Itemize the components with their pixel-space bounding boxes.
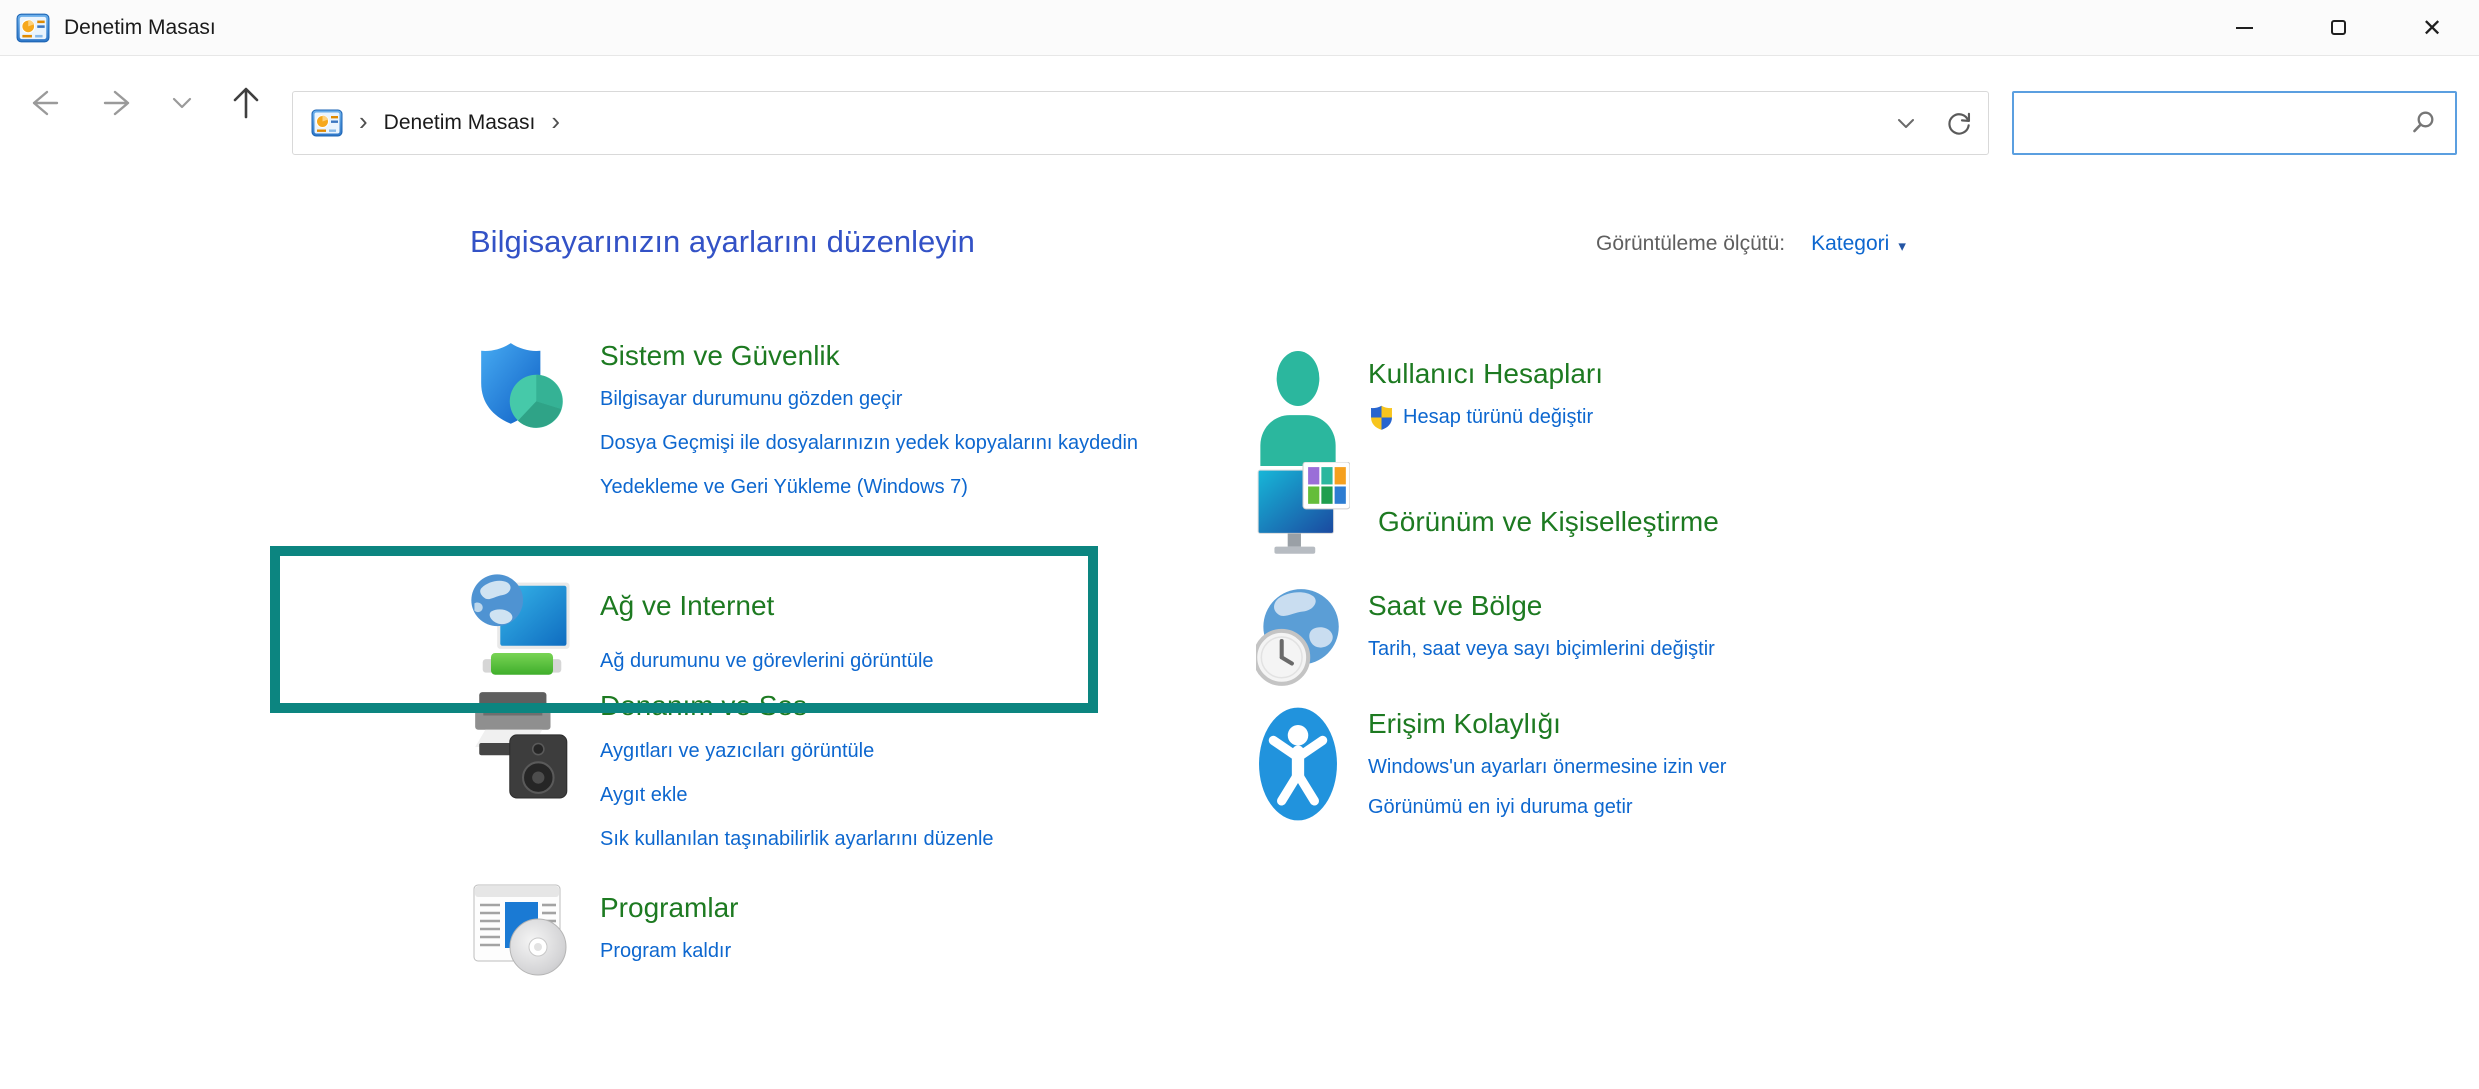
category-clock-region: Saat ve Bölge Tarih, saat veya sayı biçi… xyxy=(1256,584,1715,692)
category-title-system-security[interactable]: Sistem ve Güvenlik xyxy=(600,338,840,374)
search-box xyxy=(2012,91,2457,155)
title-bar: Denetim Masası ✕ xyxy=(0,0,2479,56)
breadcrumb-separator: › xyxy=(359,108,368,138)
programs-icon[interactable] xyxy=(472,882,572,980)
control-panel-app-icon xyxy=(16,11,50,45)
window-title: Denetim Masası xyxy=(64,16,216,40)
view-by-control: Görüntüleme ölçütü: Kategori ▾ xyxy=(1596,232,1906,256)
category-title-appearance[interactable]: Görünüm ve Kişiselleştirme xyxy=(1378,504,1719,540)
close-button[interactable]: ✕ xyxy=(2385,0,2479,55)
link-view-network-status[interactable]: Ağ durumunu ve görevlerini görüntüle xyxy=(600,646,934,676)
address-dropdown-icon[interactable] xyxy=(1894,111,1918,135)
up-arrow-icon xyxy=(227,84,265,122)
minimize-icon xyxy=(2236,27,2253,29)
page-title: Bilgisayarınızın ayarlarını düzenleyin xyxy=(470,224,975,260)
up-button[interactable] xyxy=(218,75,274,131)
link-change-account-type[interactable]: Hesap türünü değiştir xyxy=(1403,402,1593,432)
category-hardware-sound: Donanım ve Ses Aygıtları ve yazıcıları g… xyxy=(470,688,994,868)
category-title-network-internet[interactable]: Ağ ve Internet xyxy=(600,588,774,624)
category-network-internet: Ağ ve Internet Ağ durumunu ve görevlerin… xyxy=(470,562,934,690)
category-system-security: Sistem ve Güvenlik Bilgisayar durumunu g… xyxy=(470,338,1138,516)
category-programs: Programlar Program kaldır xyxy=(470,882,738,980)
appearance-icon[interactable] xyxy=(1256,462,1350,564)
link-backup-restore-win7[interactable]: Yedekleme ve Geri Yükleme (Windows 7) xyxy=(600,472,1138,502)
link-uninstall-program[interactable]: Program kaldır xyxy=(600,936,738,966)
category-title-hardware-sound[interactable]: Donanım ve Ses xyxy=(600,688,807,724)
category-appearance-personalization: Görünüm ve Kişiselleştirme xyxy=(1256,462,1719,564)
hardware-sound-icon[interactable] xyxy=(473,688,571,800)
refresh-icon[interactable] xyxy=(1944,108,1974,138)
forward-arrow-icon xyxy=(101,84,139,122)
link-review-computer-status[interactable]: Bilgisayar durumunu gözden geçir xyxy=(600,384,1138,414)
link-mobility-settings[interactable]: Sık kullanılan taşınabilirlik ayarlarını… xyxy=(600,824,994,854)
view-by-value[interactable]: Kategori xyxy=(1811,232,1889,256)
search-input[interactable] xyxy=(2014,93,2407,153)
user-accounts-icon[interactable] xyxy=(1258,350,1338,468)
category-title-user-accounts[interactable]: Kullanıcı Hesapları xyxy=(1368,356,1603,392)
navigation-bar: › Denetim Masası › xyxy=(0,57,2479,155)
network-icon[interactable] xyxy=(470,562,574,684)
view-by-caret-icon[interactable]: ▾ xyxy=(1898,234,1906,255)
forward-button[interactable] xyxy=(92,75,148,131)
category-title-ease-of-access[interactable]: Erişim Kolaylığı xyxy=(1368,706,1561,742)
link-change-date-time-formats[interactable]: Tarih, saat veya sayı biçimlerini değişt… xyxy=(1368,634,1715,664)
maximize-icon xyxy=(2331,20,2346,35)
minimize-button[interactable] xyxy=(2197,0,2291,55)
link-add-device[interactable]: Aygıt ekle xyxy=(600,780,994,810)
window-controls: ✕ xyxy=(2197,0,2479,55)
link-view-devices-printers[interactable]: Aygıtları ve yazıcıları görüntüle xyxy=(600,736,994,766)
clock-region-icon[interactable] xyxy=(1256,584,1340,692)
link-file-history-backup[interactable]: Dosya Geçmişi ile dosyalarınızın yedek k… xyxy=(600,428,1138,458)
maximize-button[interactable] xyxy=(2291,0,2385,55)
search-icon[interactable] xyxy=(2407,107,2439,139)
address-bar[interactable]: › Denetim Masası › xyxy=(292,91,1989,155)
category-title-clock-region[interactable]: Saat ve Bölge xyxy=(1368,588,1542,624)
back-button[interactable] xyxy=(14,75,70,131)
control-panel-breadcrumb-icon xyxy=(311,107,343,139)
back-arrow-icon xyxy=(23,84,61,122)
uac-shield-icon xyxy=(1368,404,1395,431)
view-by-label: Görüntüleme ölçütü: xyxy=(1596,232,1785,256)
ease-of-access-icon[interactable] xyxy=(1258,706,1338,822)
link-optimize-visual-display[interactable]: Görünümü en iyi duruma getir xyxy=(1368,792,1726,822)
chevron-down-icon xyxy=(170,91,194,115)
breadcrumb-separator-trailing[interactable]: › xyxy=(551,108,560,138)
breadcrumb-current[interactable]: Denetim Masası xyxy=(384,111,536,135)
recent-locations-button[interactable] xyxy=(160,75,204,131)
close-icon: ✕ xyxy=(2422,16,2442,40)
category-ease-of-access: Erişim Kolaylığı Windows'un ayarları öne… xyxy=(1256,706,1726,836)
category-user-accounts: Kullanıcı Hesapları Hesap türünü değişti… xyxy=(1256,350,1603,468)
link-let-windows-suggest-settings[interactable]: Windows'un ayarları önermesine izin ver xyxy=(1368,752,1726,782)
security-shield-icon[interactable] xyxy=(473,338,571,436)
category-title-programs[interactable]: Programlar xyxy=(600,890,738,926)
